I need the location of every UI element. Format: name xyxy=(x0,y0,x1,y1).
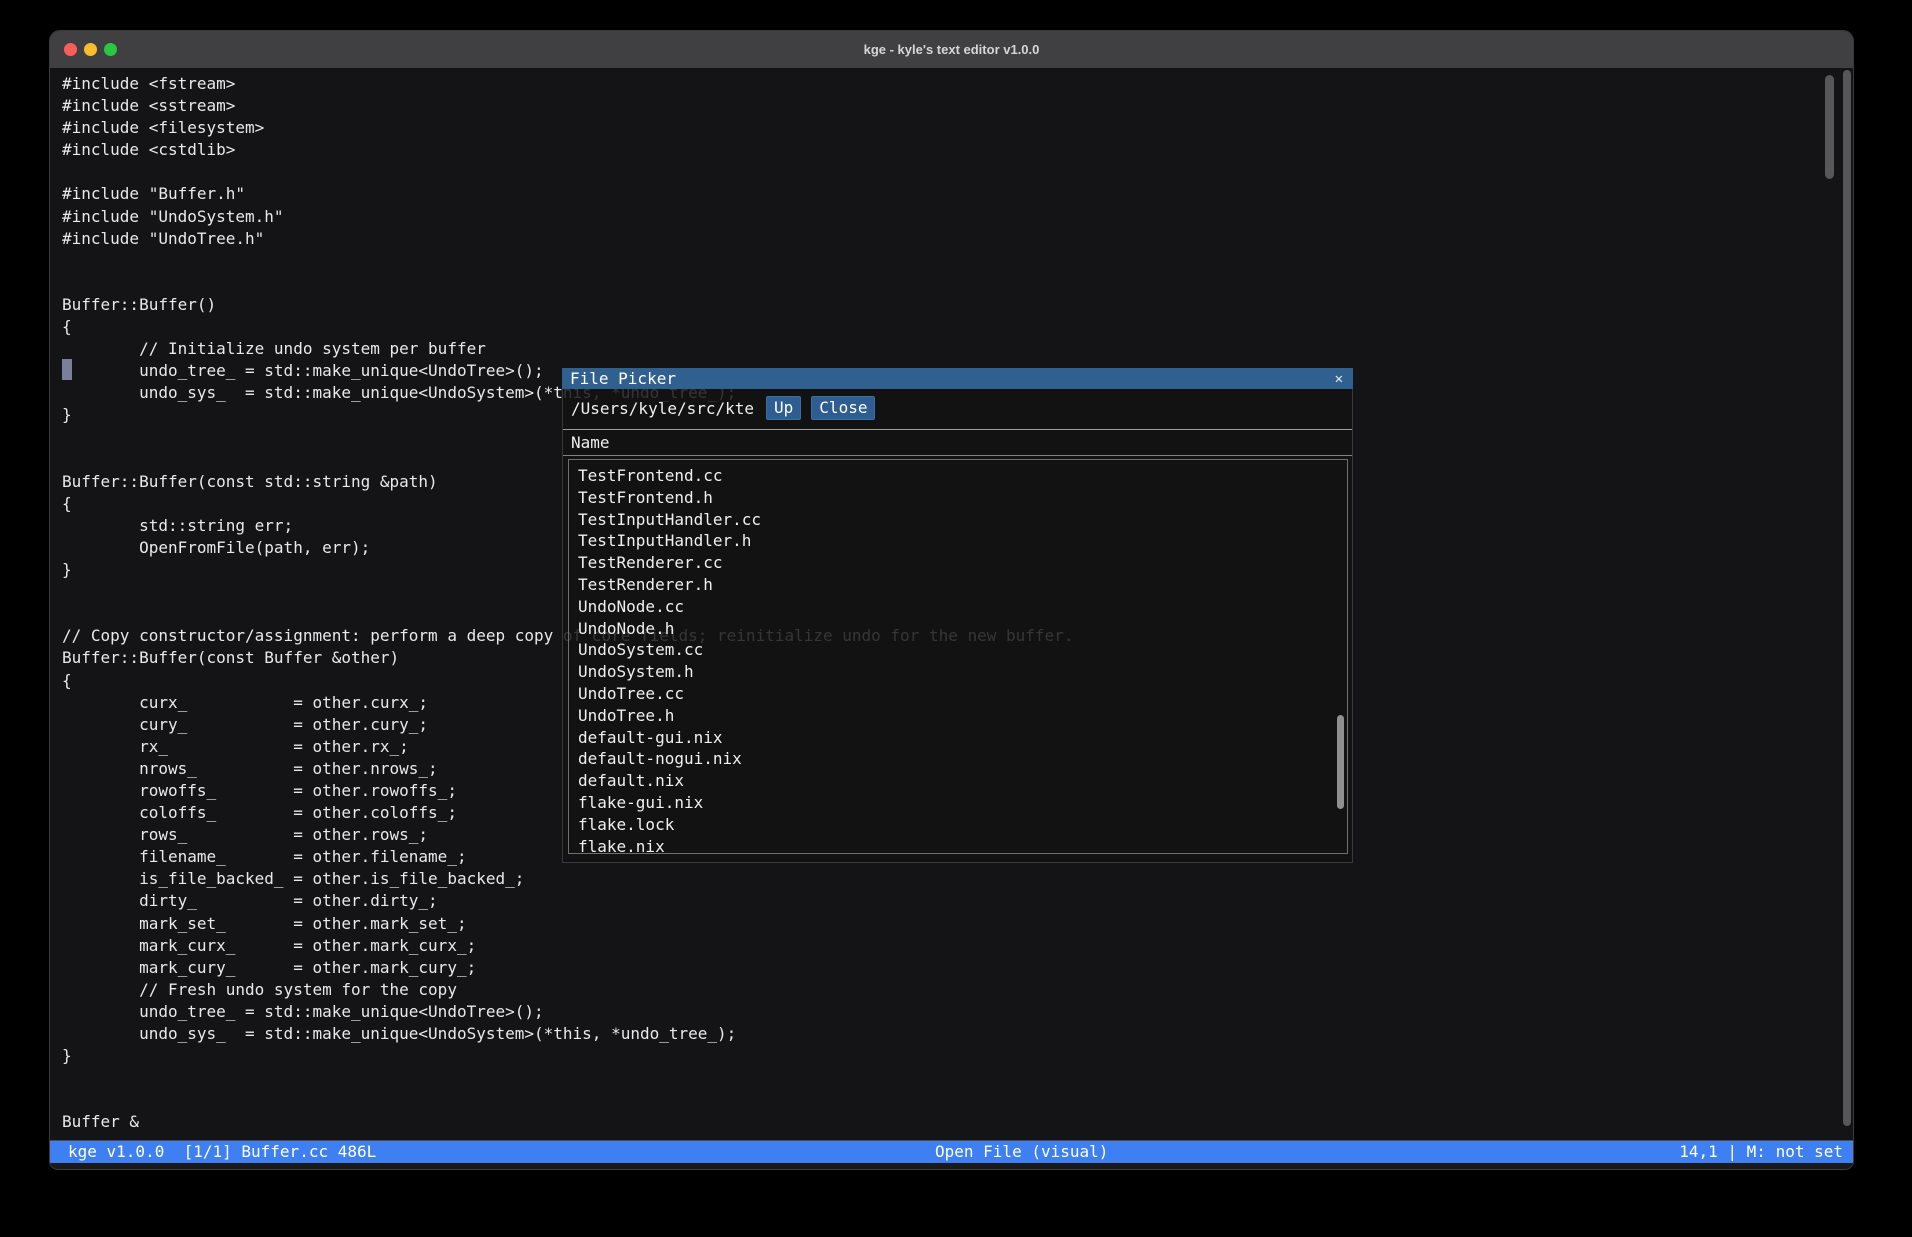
file-picker-titlebar[interactable]: File Picker ✕ xyxy=(562,368,1353,389)
file-row[interactable]: TestFrontend.cc xyxy=(578,465,1347,487)
app-window: kge - kyle's text editor v1.0.0 #include… xyxy=(49,30,1854,1170)
editor-scrollbar-thumb[interactable] xyxy=(1825,75,1834,179)
file-row[interactable]: default-nogui.nix xyxy=(578,748,1347,770)
status-left: kge v1.0.0 [1/1] Buffer.cc 486L xyxy=(68,1141,376,1163)
close-button[interactable]: Close xyxy=(811,396,875,420)
file-row[interactable]: flake.nix xyxy=(578,836,1347,854)
window-titlebar[interactable]: kge - kyle's text editor v1.0.0 xyxy=(50,31,1853,68)
file-list-inner: TestFrontend.ccTestFrontend.hTestInputHa… xyxy=(569,460,1347,854)
minimize-window-button[interactable] xyxy=(84,43,97,56)
file-row[interactable]: flake-gui.nix xyxy=(578,792,1347,814)
file-row[interactable]: default-gui.nix xyxy=(578,727,1347,749)
file-picker-dialog: File Picker ✕ /Users/kyle/src/kte Up Clo… xyxy=(562,368,1353,863)
file-row[interactable]: default.nix xyxy=(578,770,1347,792)
file-row[interactable]: UndoNode.cc xyxy=(578,596,1347,618)
file-row[interactable]: TestRenderer.h xyxy=(578,574,1347,596)
status-cursor-position: 14,1 | M: not set xyxy=(1679,1141,1843,1163)
close-icon[interactable]: ✕ xyxy=(1335,372,1343,386)
file-row[interactable]: UndoTree.cc xyxy=(578,683,1347,705)
file-row[interactable]: TestInputHandler.cc xyxy=(578,509,1347,531)
column-header-name: Name xyxy=(571,433,610,452)
up-button[interactable]: Up xyxy=(766,396,801,420)
file-row[interactable]: UndoNode.h xyxy=(578,618,1347,640)
path-row: /Users/kyle/src/kte Up Close xyxy=(571,396,875,420)
editor-content: #include <fstream> #include <sstream> #i… xyxy=(50,68,1853,1140)
close-window-button[interactable] xyxy=(64,43,77,56)
file-row[interactable]: flake.lock xyxy=(578,814,1347,836)
zoom-window-button[interactable] xyxy=(104,43,117,56)
file-row[interactable]: UndoTree.h xyxy=(578,705,1347,727)
file-row[interactable]: TestInputHandler.h xyxy=(578,530,1347,552)
file-row[interactable]: UndoSystem.h xyxy=(578,661,1347,683)
text-cursor xyxy=(62,359,72,380)
file-picker-body: /Users/kyle/src/kte Up Close Name TestFr… xyxy=(562,389,1353,863)
current-path: /Users/kyle/src/kte xyxy=(571,399,754,418)
traffic-lights xyxy=(64,31,117,68)
window-title: kge - kyle's text editor v1.0.0 xyxy=(864,42,1040,57)
editor-scrollbar-track[interactable] xyxy=(1843,70,1851,1126)
file-list[interactable]: TestFrontend.ccTestFrontend.hTestInputHa… xyxy=(568,459,1348,854)
separator xyxy=(563,429,1352,430)
file-list-scrollbar-thumb[interactable] xyxy=(1337,715,1344,809)
status-bar: kge v1.0.0 [1/1] Buffer.cc 486L Open Fil… xyxy=(50,1141,1853,1163)
file-row[interactable]: UndoSystem.cc xyxy=(578,639,1347,661)
status-mode: Open File (visual) xyxy=(935,1141,1108,1163)
file-row[interactable]: TestRenderer.cc xyxy=(578,552,1347,574)
separator xyxy=(563,455,1352,456)
file-row[interactable]: TestFrontend.h xyxy=(578,487,1347,509)
window-bottom-edge xyxy=(50,1163,1853,1169)
file-picker-title: File Picker xyxy=(570,369,676,388)
